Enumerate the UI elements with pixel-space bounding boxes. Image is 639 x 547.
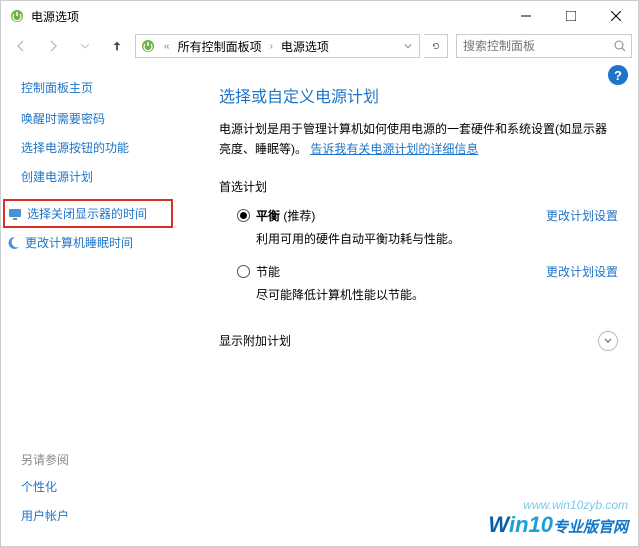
sidebar-item-label: 更改计算机睡眠时间	[25, 234, 133, 251]
main-content: 选择或自定义电源计划 电源计划是用于管理计算机如何使用电源的一套硬件和系统设置(…	[201, 61, 638, 546]
breadcrumb-item-all[interactable]: 所有控制面板项	[176, 38, 264, 55]
search-icon	[613, 39, 627, 53]
watermark-brand: Win10专业版官网	[488, 512, 628, 538]
sidebar-link-display[interactable]: 选择关闭显示器的时间	[3, 199, 173, 228]
monitor-icon	[7, 206, 23, 222]
window-title: 电源选项	[31, 8, 503, 25]
seealso-account[interactable]: 用户帐户	[21, 507, 201, 524]
plan-name[interactable]: 节能	[256, 263, 280, 280]
minimize-button[interactable]	[503, 1, 548, 31]
refresh-button[interactable]	[424, 34, 448, 58]
sidebar-link-button[interactable]: 选择电源按钮的功能	[21, 139, 201, 156]
breadcrumb-item-power[interactable]: 电源选项	[279, 38, 331, 55]
back-button[interactable]	[7, 34, 35, 58]
page-title: 选择或自定义电源计划	[219, 83, 618, 107]
breadcrumb[interactable]: « 所有控制面板项 › 电源选项	[135, 34, 420, 58]
maximize-button[interactable]	[548, 1, 593, 31]
help-button[interactable]: ?	[608, 65, 628, 85]
chevron-down-icon[interactable]	[598, 331, 618, 351]
page-description: 电源计划是用于管理计算机如何使用电源的一套硬件和系统设置(如显示器亮度、睡眠等)…	[219, 119, 618, 160]
radio-balanced[interactable]	[237, 209, 250, 222]
plan-saver: 节能 更改计划设置 尽可能降低计算机性能以节能。	[237, 263, 618, 303]
watermark: www.win10zyb.com Win10专业版官网	[488, 498, 628, 538]
sidebar-link-wake[interactable]: 唤醒时需要密码	[21, 110, 201, 127]
power-icon	[140, 38, 156, 54]
plan-balanced: 平衡 (推荐) 更改计划设置 利用可用的硬件自动平衡功耗与性能。	[237, 207, 618, 247]
forward-button[interactable]	[39, 34, 67, 58]
chevron-right-icon: ›	[266, 41, 277, 52]
additional-plans-label: 显示附加计划	[219, 332, 291, 349]
sidebar: 控制面板主页 唤醒时需要密码 选择电源按钮的功能 创建电源计划 选择关闭显示器的…	[1, 61, 201, 546]
up-button[interactable]	[103, 34, 131, 58]
search-box[interactable]	[456, 34, 632, 58]
breadcrumb-sep: «	[160, 41, 174, 52]
sleep-icon	[5, 235, 21, 251]
sidebar-link-sleep[interactable]: 更改计算机睡眠时间	[3, 234, 201, 251]
seealso-personalize[interactable]: 个性化	[21, 478, 201, 495]
learn-more-link[interactable]: 告诉我有关电源计划的详细信息	[310, 142, 478, 156]
additional-plans-row[interactable]: 显示附加计划	[219, 331, 618, 351]
address-bar: « 所有控制面板项 › 电源选项	[1, 31, 638, 61]
sidebar-link-create[interactable]: 创建电源计划	[21, 168, 201, 185]
sidebar-item-label: 选择关闭显示器的时间	[27, 205, 147, 222]
seealso-heading: 另请参阅	[21, 451, 201, 468]
preferred-plans-heading: 首选计划	[219, 178, 618, 195]
plan-description: 利用可用的硬件自动平衡功耗与性能。	[256, 230, 618, 247]
breadcrumb-dropdown[interactable]	[399, 42, 417, 50]
power-icon	[9, 8, 25, 24]
radio-saver[interactable]	[237, 265, 250, 278]
titlebar: 电源选项	[1, 1, 638, 31]
sidebar-home-link[interactable]: 控制面板主页	[21, 79, 201, 96]
plan-name[interactable]: 平衡 (推荐)	[256, 207, 315, 224]
change-plan-link[interactable]: 更改计划设置	[546, 207, 618, 224]
search-input[interactable]	[457, 39, 631, 53]
close-button[interactable]	[593, 1, 638, 31]
recent-dropdown[interactable]	[71, 34, 99, 58]
plan-description: 尽可能降低计算机性能以节能。	[256, 286, 618, 303]
watermark-url: www.win10zyb.com	[488, 498, 628, 512]
change-plan-link[interactable]: 更改计划设置	[546, 263, 618, 280]
